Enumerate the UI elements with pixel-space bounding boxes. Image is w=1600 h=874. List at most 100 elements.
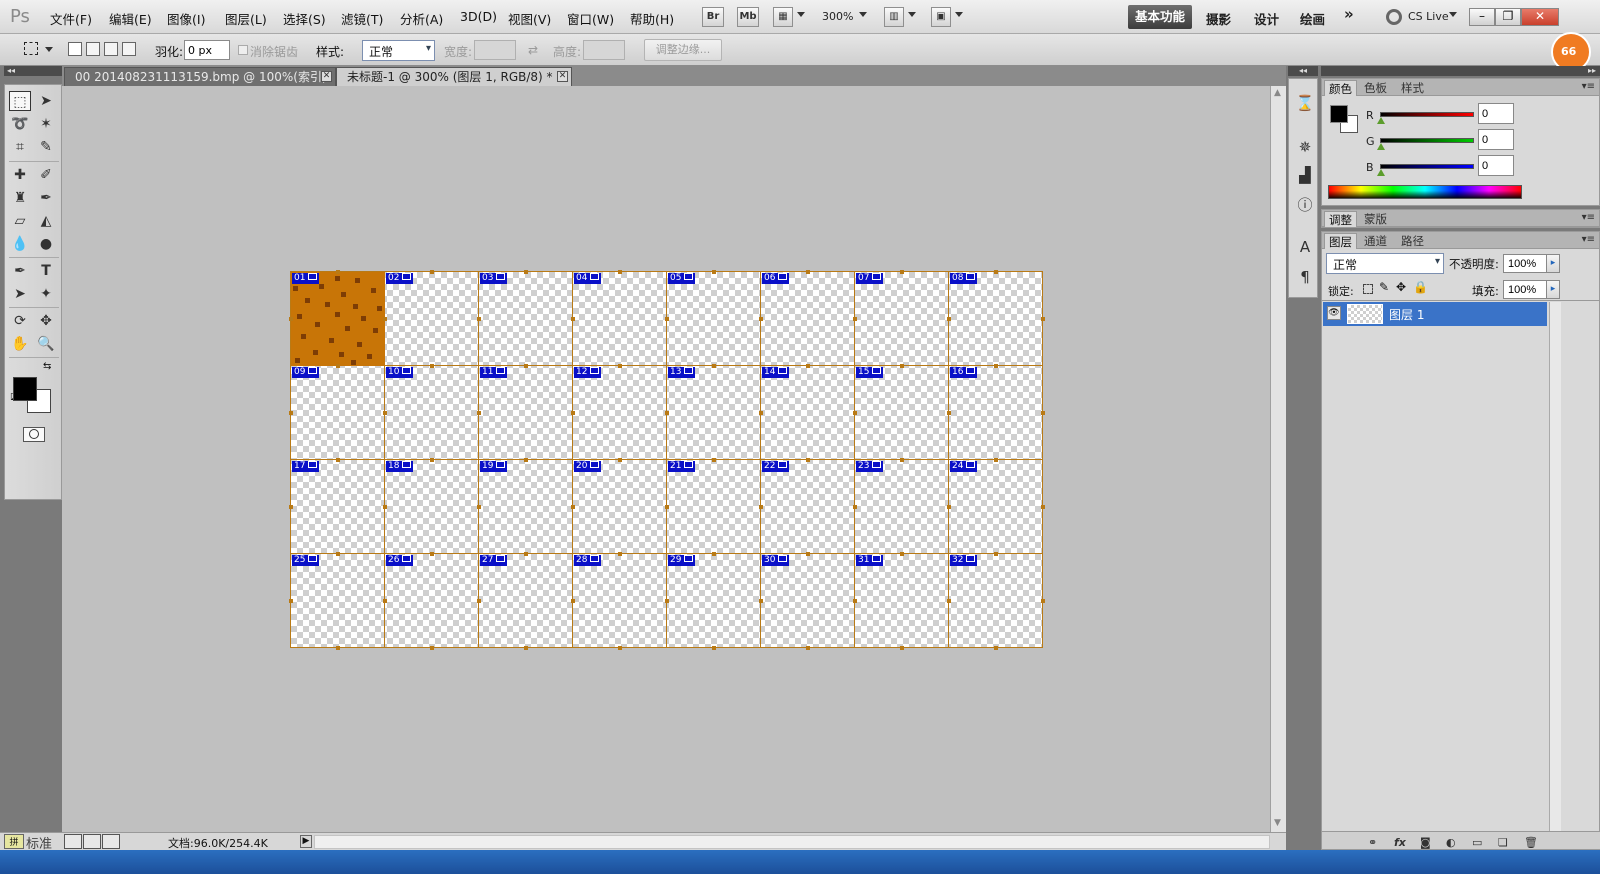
slice-cell[interactable]: 30 <box>759 552 857 650</box>
slice-label[interactable]: 24 <box>950 461 978 472</box>
intersect-selection-icon[interactable] <box>122 42 136 56</box>
slice-label[interactable]: 17 <box>292 461 320 472</box>
slice-cell[interactable]: 03 <box>477 270 575 368</box>
slice-handle[interactable] <box>900 270 904 274</box>
foreground-color-swatch[interactable] <box>1330 105 1348 123</box>
slice-handle[interactable] <box>383 317 387 321</box>
slice-handle[interactable] <box>947 505 951 509</box>
menu-file[interactable]: 文件(F) <box>50 9 92 28</box>
slice-handle[interactable] <box>900 646 904 650</box>
close-icon[interactable]: ✕ <box>557 71 568 82</box>
slice-cell[interactable]: 08 <box>947 270 1045 368</box>
chevron-down-icon[interactable] <box>859 12 867 17</box>
quick-mask-icon[interactable] <box>23 427 45 442</box>
opacity-input[interactable] <box>1503 254 1547 273</box>
slice-handle[interactable] <box>900 364 904 368</box>
clone-stamp-tool-icon[interactable]: ♜ <box>9 188 31 208</box>
3d-orbit-tool-icon[interactable]: ✥ <box>35 311 57 331</box>
slice-label[interactable]: 22 <box>762 461 790 472</box>
3d-rotate-tool-icon[interactable]: ⟳ <box>9 311 31 331</box>
slice-handle[interactable] <box>618 646 622 650</box>
slice-handle[interactable] <box>618 270 622 274</box>
slice-handle[interactable] <box>618 364 622 368</box>
tab-masks[interactable]: 蒙版 <box>1360 211 1391 227</box>
blue-slider-thumb[interactable] <box>1377 169 1385 176</box>
height-input[interactable] <box>583 40 625 60</box>
close-icon[interactable]: ✕ <box>321 71 332 82</box>
arrange-documents-icon[interactable]: ▥ <box>884 7 904 27</box>
slice-label[interactable]: 03 <box>480 273 508 284</box>
green-slider-thumb[interactable] <box>1377 143 1385 150</box>
slice-handle[interactable] <box>477 505 481 509</box>
menu-analysis[interactable]: 分析(A) <box>400 9 443 28</box>
slice-label[interactable]: 04 <box>574 273 602 284</box>
tab-paths[interactable]: 路径 <box>1397 233 1428 249</box>
menu-3d[interactable]: 3D(D) <box>460 9 497 24</box>
blue-value-input[interactable] <box>1478 155 1514 176</box>
slice-cell[interactable]: 27 <box>477 552 575 650</box>
slice-handle[interactable] <box>571 411 575 415</box>
info-panel-icon[interactable]: ⓘ <box>1295 195 1315 215</box>
menu-edit[interactable]: 编辑(E) <box>109 9 152 28</box>
workspace-painting[interactable]: 绘画 <box>1300 9 1325 28</box>
slice-handle[interactable] <box>665 317 669 321</box>
paint-bucket-tool-icon[interactable]: ◭ <box>35 211 57 231</box>
slice-handle[interactable] <box>571 599 575 603</box>
swap-colors-icon[interactable]: ⇆ <box>43 361 51 372</box>
chevron-down-icon[interactable] <box>797 12 805 17</box>
slice-label[interactable]: 05 <box>668 273 696 284</box>
slice-label[interactable]: 11 <box>480 367 508 378</box>
ime-icon[interactable]: 拼 <box>4 834 24 849</box>
green-slider[interactable] <box>1380 138 1474 143</box>
trash-icon[interactable]: 🗑 <box>1524 836 1538 849</box>
menu-filter[interactable]: 滤镜(T) <box>341 9 383 28</box>
layer-name[interactable]: 图层 1 <box>1389 306 1424 323</box>
slice-label[interactable]: 19 <box>480 461 508 472</box>
blur-tool-icon[interactable]: 💧 <box>9 234 31 254</box>
panel-menu-icon[interactable]: ▾≡ <box>1582 234 1595 245</box>
slice-cell[interactable]: 10 <box>383 364 481 462</box>
slice-cell[interactable]: 13 <box>665 364 763 462</box>
minimize-button[interactable]: – <box>1469 8 1495 26</box>
foreground-color-swatch[interactable] <box>13 377 37 401</box>
adjustment-layer-icon[interactable]: ◐ <box>1446 836 1456 849</box>
more-workspaces-icon[interactable]: » <box>1344 5 1354 23</box>
slice-label[interactable]: 28 <box>574 555 602 566</box>
slice-handle[interactable] <box>477 317 481 321</box>
scroll-up-icon[interactable]: ▲ <box>1274 88 1281 98</box>
lasso-tool-icon[interactable]: ➰ <box>9 114 31 134</box>
blue-slider[interactable] <box>1380 164 1474 169</box>
lock-all-icon[interactable]: 🔒 <box>1413 280 1428 294</box>
slice-label[interactable]: 12 <box>574 367 602 378</box>
cs-live-icon[interactable] <box>1386 9 1402 25</box>
tab-adjustments[interactable]: 调整 <box>1324 211 1357 227</box>
slice-label[interactable]: 02 <box>386 273 414 284</box>
blend-mode-select[interactable]: 正常 ▾ <box>1326 253 1444 274</box>
workspace-photography[interactable]: 摄影 <box>1206 9 1231 28</box>
slice-label[interactable]: 01 <box>292 273 320 284</box>
chevron-down-icon[interactable] <box>1449 12 1457 17</box>
tab-channels[interactable]: 通道 <box>1360 233 1391 249</box>
chevron-down-icon[interactable] <box>908 12 916 17</box>
slice-handle[interactable] <box>430 458 434 462</box>
slice-handle[interactable] <box>524 364 528 368</box>
style-select[interactable]: 正常 ▾ <box>362 40 435 61</box>
slice-label[interactable]: 13 <box>668 367 696 378</box>
tab-color[interactable]: 颜色 <box>1324 80 1357 96</box>
slice-cell[interactable]: 16 <box>947 364 1045 462</box>
slice-grid[interactable]: 01 02 03 04 05 06 07 08 09 10 11 12 13 14 15 16 17 18 19 20… <box>289 270 1045 650</box>
slice-handle[interactable] <box>524 552 528 556</box>
slice-handle[interactable] <box>853 505 857 509</box>
cs-live-label[interactable]: CS Live <box>1408 10 1449 23</box>
slice-cell[interactable]: 14 <box>759 364 857 462</box>
eyedropper-tool-icon[interactable]: ✎ <box>35 137 57 157</box>
chevron-down-icon[interactable] <box>955 12 963 17</box>
panel-menu-icon[interactable]: ▾≡ <box>1582 212 1595 223</box>
slice-cell[interactable]: 21 <box>665 458 763 556</box>
slice-handle[interactable] <box>712 270 716 274</box>
subtract-selection-icon[interactable] <box>104 42 118 56</box>
slice-handle[interactable] <box>712 646 716 650</box>
hand-tool-icon[interactable]: ✋ <box>9 334 31 354</box>
slice-cell[interactable]: 04 <box>571 270 669 368</box>
slice-cell[interactable]: 26 <box>383 552 481 650</box>
